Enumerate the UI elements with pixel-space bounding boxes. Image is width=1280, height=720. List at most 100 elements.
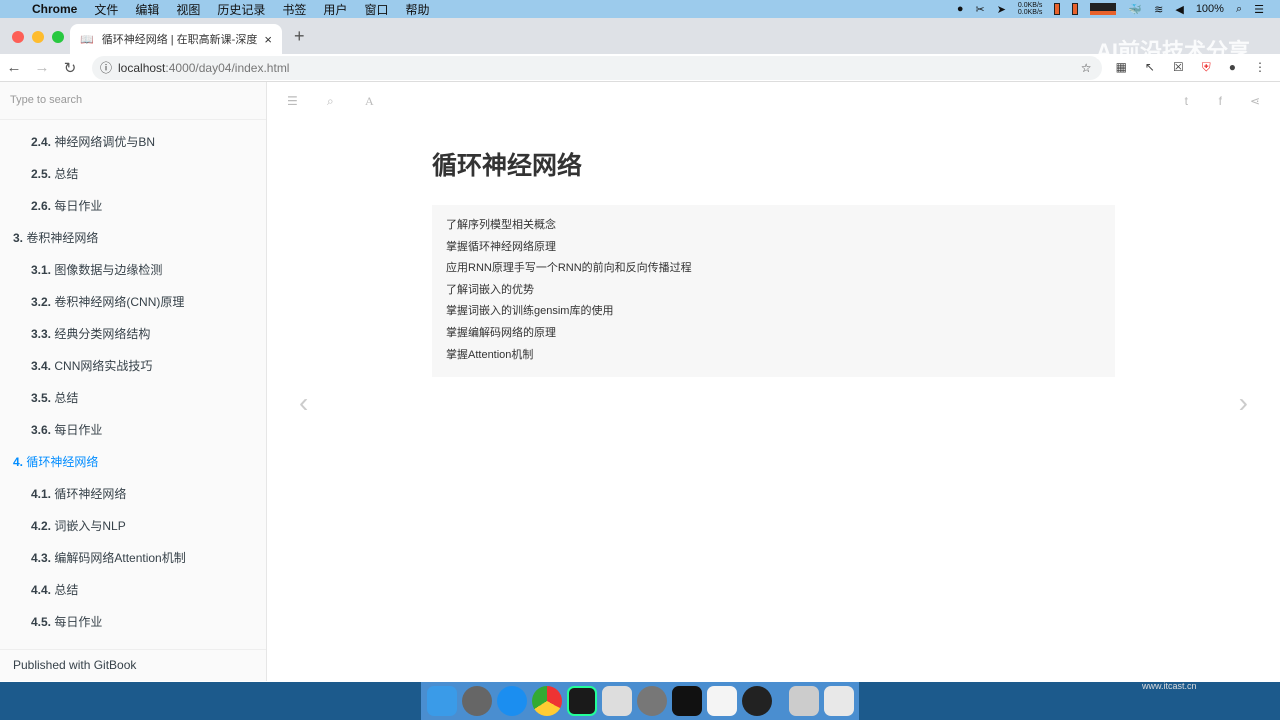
page-title: 循环神经网络	[432, 152, 583, 180]
sidebar-item[interactable]: 2.5. 总结	[0, 158, 266, 190]
reload-button[interactable]: ↻	[56, 59, 84, 77]
search-icon[interactable]: ⌕	[1236, 3, 1242, 16]
menu-item[interactable]: 用户	[323, 1, 347, 18]
menu-app[interactable]: Chrome	[32, 2, 77, 16]
published-with-gitbook-link[interactable]: Published with GitBook	[0, 649, 266, 681]
sidebar-item[interactable]: 3.2. 卷积神经网络(CNN)原理	[0, 286, 266, 318]
sidebar-item[interactable]: 2.6. 每日作业	[0, 190, 266, 222]
close-window-button[interactable]	[12, 31, 24, 43]
search-icon[interactable]: ⌕	[327, 94, 334, 109]
next-page-arrow[interactable]: ›	[1239, 387, 1248, 419]
new-tab-button[interactable]: +	[294, 26, 305, 47]
sidebar-item[interactable]: 3.4. CNN网络实战技巧	[0, 350, 266, 382]
item-number: 4.4.	[31, 583, 52, 597]
list-icon[interactable]: ☰	[1254, 3, 1264, 16]
watermark: AI前沿技术分享	[1095, 39, 1250, 64]
facebook-icon[interactable]: f	[1219, 94, 1222, 108]
menu-item[interactable]: 文件	[94, 1, 118, 18]
trash-icon[interactable]	[824, 686, 854, 716]
menu-bar: Chrome 文件 编辑 视图 历史记录 书签 用户 窗口 帮助 ● ✂ ➤ 0.0KB/s 0…	[0, 0, 1280, 18]
close-tab-icon[interactable]: ×	[264, 32, 272, 47]
item-label: 图像数据与边缘检测	[54, 263, 163, 277]
menu-item[interactable]: 书签	[282, 1, 306, 18]
font-settings-icon[interactable]: A	[365, 94, 374, 109]
sidebar-item[interactable]: 4. 循环神经网络	[0, 446, 266, 478]
search-input[interactable]: Type to search	[0, 82, 266, 120]
objective-item: 了解词嵌入的优势	[446, 283, 534, 296]
address-bar[interactable]: ⓘ localhost:4000/day04/index.html ☆	[92, 55, 1102, 80]
mem-meter	[1072, 3, 1079, 15]
sidebar-item[interactable]: 3.3. 经典分类网络结构	[0, 318, 266, 350]
sidebar-item[interactable]: 4.4. 总结	[0, 574, 266, 606]
typora-icon[interactable]	[707, 686, 737, 716]
sidebar-item[interactable]: 3.6. 每日作业	[0, 414, 266, 446]
sidebar-item[interactable]: 4.5. 每日作业	[0, 606, 266, 638]
back-button[interactable]: ←	[0, 59, 28, 76]
previous-page-arrow[interactable]: ‹	[299, 387, 308, 419]
toggle-sidebar-icon[interactable]: ☰	[287, 94, 298, 108]
item-label: 词嵌入与NLP	[54, 519, 126, 533]
menu-item[interactable]: 窗口	[364, 1, 388, 18]
item-number: 2.5.	[31, 167, 52, 181]
docker-icon[interactable]: 🐳	[1128, 3, 1142, 16]
send-icon[interactable]: ➤	[997, 3, 1006, 16]
safari-icon[interactable]	[497, 686, 527, 716]
battery-label[interactable]: 100%	[1196, 3, 1224, 15]
maximize-window-button[interactable]	[52, 31, 64, 43]
screenshot-app-icon[interactable]	[789, 686, 819, 716]
menu-item[interactable]: 视图	[176, 1, 200, 18]
status-icon[interactable]: ●	[957, 3, 964, 15]
item-number: 3.3.	[31, 327, 52, 341]
item-label: 循环神经网络	[54, 487, 127, 501]
menu-kebab-icon[interactable]: ⋮	[1254, 60, 1266, 75]
obs-icon[interactable]	[742, 686, 772, 716]
sidebar-item[interactable]: 4.1. 循环神经网络	[0, 478, 266, 510]
item-label: 卷积神经网络(CNN)原理	[54, 295, 185, 309]
objectives-block: 了解序列模型相关概念 掌握循环神经网络原理 应用RNN原理手写一个RNN的前向和反向…	[432, 205, 1115, 377]
volume-icon[interactable]: ◀	[1175, 3, 1183, 16]
item-label: 循环神经网络	[26, 455, 99, 469]
share-icon[interactable]: ⋖	[1250, 94, 1260, 108]
item-number: 3.1.	[31, 263, 52, 277]
bookmark-star-icon[interactable]: ☆	[1081, 61, 1092, 75]
menu-item[interactable]: 编辑	[135, 1, 159, 18]
site-watermark: www.itcast.cn	[1142, 681, 1197, 691]
network-speed: 0.0KB/s 0.0KB/s	[1017, 2, 1043, 16]
browser-window: 📖 循环神经网络 | 在职高新课-深度 × + AI前沿技术分享 ← → ↻ ⓘ…	[0, 18, 1280, 682]
system-preferences-icon[interactable]	[637, 686, 667, 716]
pycharm-icon[interactable]	[567, 686, 597, 716]
finder-icon[interactable]	[427, 686, 457, 716]
forward-button[interactable]: →	[28, 59, 56, 76]
info-icon: ⓘ	[100, 61, 113, 75]
sidebar-item[interactable]: 3. 卷积神经网络	[0, 222, 266, 254]
terminal-icon[interactable]	[672, 686, 702, 716]
tab-active[interactable]: 📖 循环神经网络 | 在职高新课-深度 ×	[70, 24, 282, 54]
item-label: 经典分类网络结构	[54, 327, 151, 341]
keynote-icon[interactable]	[602, 686, 632, 716]
item-number: 2.4.	[31, 135, 52, 149]
objective-item: 掌握循环神经网络原理	[446, 240, 556, 253]
sidebar-item[interactable]: 3.1. 图像数据与边缘检测	[0, 254, 266, 286]
menu-item[interactable]: 历史记录	[217, 1, 265, 18]
twitter-icon[interactable]: t	[1185, 94, 1188, 108]
item-number: 4.2.	[31, 519, 52, 533]
objective-item: 了解序列模型相关概念	[446, 219, 556, 231]
minimize-window-button[interactable]	[32, 31, 44, 43]
menu-item[interactable]: 帮助	[405, 1, 429, 18]
scissors-icon[interactable]: ✂	[975, 3, 984, 16]
book-icon: 📖	[80, 33, 94, 46]
chrome-icon[interactable]	[532, 686, 562, 716]
item-number: 4.	[13, 455, 24, 469]
wifi-icon[interactable]: ≋	[1154, 3, 1163, 16]
launchpad-icon[interactable]	[462, 686, 492, 716]
hdd-meter	[1054, 3, 1061, 15]
item-label: 总结	[54, 167, 79, 181]
item-number: 3.6.	[31, 423, 52, 437]
item-number: 3.5.	[31, 391, 52, 405]
sidebar-item[interactable]: 2.4. 神经网络调优与BN	[0, 126, 266, 158]
sidebar-item[interactable]: 4.2. 词嵌入与NLP	[0, 510, 266, 542]
sidebar-item[interactable]: 3.5. 总结	[0, 382, 266, 414]
sidebar-item[interactable]: 4.3. 编解码网络Attention机制	[0, 542, 266, 574]
item-label: 每日作业	[54, 199, 103, 213]
dock	[421, 682, 859, 720]
